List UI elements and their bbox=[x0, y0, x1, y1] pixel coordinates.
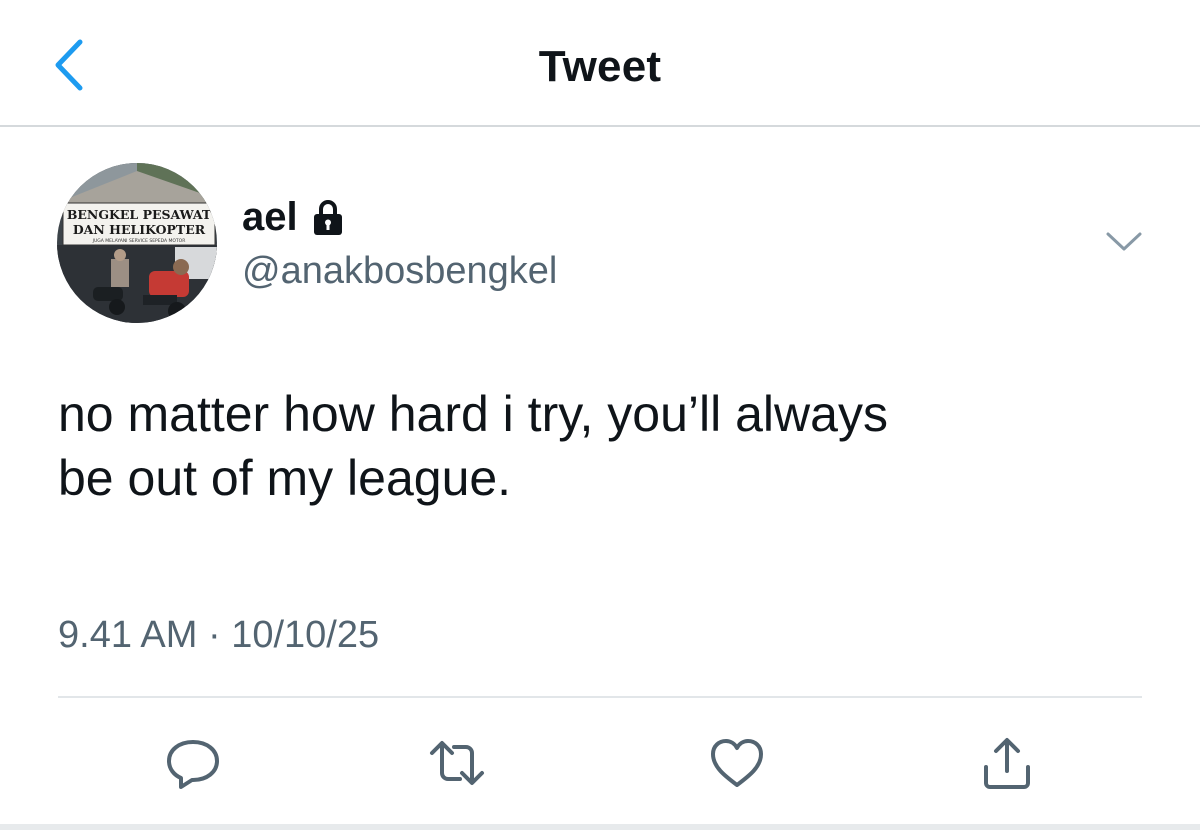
author-name[interactable]: ael bbox=[242, 193, 298, 241]
lock-icon bbox=[313, 200, 342, 235]
reply-icon bbox=[167, 740, 219, 789]
reply-button[interactable] bbox=[160, 730, 226, 796]
avatar-photo: BENGKEL PESAWAT DAN HELIKOPTER JUGA MELA… bbox=[57, 163, 217, 323]
author-name-row: ael bbox=[242, 192, 344, 242]
bottom-divider bbox=[0, 824, 1200, 830]
share-icon bbox=[984, 738, 1030, 789]
author-handle[interactable]: @anakbosbengkel bbox=[242, 248, 557, 294]
avatar[interactable]: BENGKEL PESAWAT DAN HELIKOPTER JUGA MELA… bbox=[57, 163, 217, 323]
page-title: Tweet bbox=[538, 42, 662, 91]
avatar-sign-line-3: JUGA MELAYANI SERVICE SEPEDA MOTOR bbox=[92, 238, 186, 244]
tweet-text-line: be out of my league. bbox=[58, 450, 512, 506]
chevron-down-icon[interactable] bbox=[1104, 228, 1144, 254]
retweet-icon bbox=[430, 741, 484, 785]
like-button[interactable] bbox=[704, 730, 770, 796]
avatar-sign-line-1: BENGKEL PESAWAT bbox=[67, 207, 212, 222]
share-button[interactable] bbox=[974, 730, 1040, 796]
like-icon bbox=[711, 739, 763, 787]
tweet-text: no matter how hard i try, you’ll always … bbox=[58, 382, 1158, 510]
avatar-sign-line-2: DAN HELIKOPTER bbox=[73, 222, 206, 237]
tweet-timestamp[interactable]: 9.41 AM · 10/10/25 bbox=[58, 612, 379, 658]
top-nav-bar: Tweet bbox=[0, 0, 1200, 127]
retweet-button[interactable] bbox=[424, 730, 490, 796]
nav-divider bbox=[0, 125, 1200, 127]
action-divider bbox=[58, 696, 1142, 698]
tweet-actions-bar bbox=[0, 730, 1200, 796]
tweet-text-line: no matter how hard i try, you’ll always bbox=[58, 386, 888, 442]
